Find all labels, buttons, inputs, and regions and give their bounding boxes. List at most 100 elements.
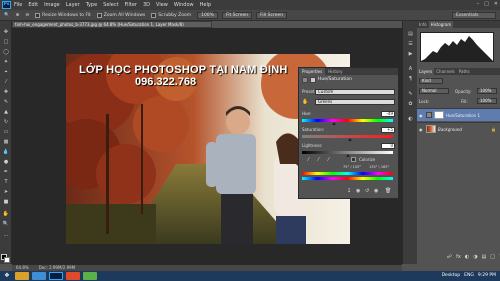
- eyedropper-minus-icon[interactable]: ⁄: [328, 157, 329, 163]
- clock[interactable]: 9:29 PM: [478, 272, 496, 280]
- path-select-tool-icon[interactable]: ➤: [2, 189, 10, 196]
- dodge-tool-icon[interactable]: ●: [2, 159, 10, 166]
- workspace-switcher[interactable]: Essentials: [452, 12, 496, 19]
- fill-field[interactable]: 100%: [477, 98, 497, 104]
- history-brush-tool-icon[interactable]: ↻: [2, 119, 10, 126]
- add-mask-icon[interactable]: ◐: [465, 254, 469, 260]
- browser-icon[interactable]: [32, 272, 46, 280]
- media-app-icon[interactable]: [66, 272, 80, 280]
- properties-panel-icon[interactable]: ☰: [407, 41, 414, 47]
- tab-layers[interactable]: Layers: [417, 68, 435, 75]
- layer-name[interactable]: Hue/Saturation 1: [446, 113, 480, 118]
- hue-slider-track[interactable]: [302, 119, 393, 122]
- link-icon[interactable]: ☍: [447, 254, 452, 260]
- resize-windows-checkbox[interactable]: [35, 12, 41, 18]
- menu-help[interactable]: Help: [200, 2, 211, 8]
- color-panel-icon[interactable]: ◐: [407, 116, 414, 122]
- scrubby-zoom-option[interactable]: Scrubby Zoom: [151, 12, 191, 18]
- menu-view[interactable]: View: [156, 2, 168, 8]
- visibility-icon[interactable]: ◉: [374, 188, 378, 194]
- shape-tool-icon[interactable]: ■: [2, 199, 10, 206]
- layer-filter-kind[interactable]: Kind: [419, 78, 443, 84]
- fx-icon[interactable]: fx: [456, 254, 461, 260]
- menu-edit[interactable]: Edit: [28, 2, 38, 8]
- new-layer-icon[interactable]: □: [490, 254, 495, 260]
- zoom-tool-icon[interactable]: 🔍: [4, 13, 10, 18]
- color-range-bar-bottom[interactable]: [302, 177, 393, 180]
- language-indicator[interactable]: ENG: [464, 272, 474, 280]
- resize-windows-option[interactable]: Resize Windows to Fit: [35, 12, 91, 18]
- channel-select[interactable]: Greens: [315, 99, 395, 105]
- new-adjustment-icon[interactable]: ◑: [473, 254, 477, 260]
- opacity-field[interactable]: 100%: [477, 88, 497, 94]
- scrubby-zoom-checkbox[interactable]: [151, 12, 157, 18]
- background-color-swatch[interactable]: [4, 257, 10, 263]
- more-tools-icon[interactable]: ⋯: [2, 233, 10, 240]
- eyedropper-tool-icon[interactable]: ⁄: [2, 79, 10, 86]
- saturation-value-field[interactable]: +5: [381, 127, 395, 133]
- tab-history[interactable]: History: [325, 68, 345, 75]
- fit-screen-button[interactable]: Fit Screen: [221, 11, 253, 19]
- zoom-100-button[interactable]: 100%: [197, 11, 218, 19]
- healing-tool-icon[interactable]: ✚: [2, 89, 10, 96]
- menu-filter[interactable]: Filter: [125, 2, 137, 8]
- targeted-adjust-hand-icon[interactable]: ✋: [302, 99, 308, 105]
- tab-properties[interactable]: Properties: [299, 68, 326, 75]
- colorize-option[interactable]: Colorize: [351, 157, 375, 162]
- preset-select[interactable]: Custom: [315, 89, 395, 95]
- menu-select[interactable]: Select: [103, 2, 118, 8]
- layer-mask-icon[interactable]: [310, 76, 316, 83]
- fill-screen-button[interactable]: Fill Screen: [256, 11, 288, 19]
- zoom-all-checkbox[interactable]: [96, 12, 102, 18]
- close-icon[interactable]: ✕: [494, 1, 498, 7]
- file-explorer-icon[interactable]: [15, 272, 29, 280]
- gradient-tool-icon[interactable]: ▩: [2, 139, 10, 146]
- zoom-all-option[interactable]: Zoom All Windows: [96, 12, 145, 18]
- paragraph-panel-icon[interactable]: ¶: [407, 76, 414, 82]
- menu-3d[interactable]: 3D: [143, 2, 150, 8]
- menu-window[interactable]: Window: [174, 2, 194, 8]
- clone-source-panel-icon[interactable]: ✿: [407, 101, 414, 107]
- reset-icon[interactable]: ↺: [365, 188, 369, 194]
- tab-histogram[interactable]: Histogram: [428, 21, 454, 28]
- crop-tool-icon[interactable]: ⌖: [2, 69, 10, 76]
- eyedropper-icon[interactable]: ⁄: [308, 157, 309, 163]
- clip-to-layer-icon[interactable]: ↧: [347, 188, 351, 194]
- layer-name[interactable]: Background: [438, 127, 462, 132]
- saturation-slider-handle[interactable]: [348, 138, 353, 141]
- delete-icon[interactable]: 🗑: [385, 188, 391, 194]
- document-tab[interactable]: tinh-hoi_engagement_photos_b-3773.jpg @ …: [12, 21, 212, 28]
- view-previous-icon[interactable]: ◉: [356, 188, 360, 194]
- eye-icon[interactable]: ◉: [419, 113, 424, 118]
- eyedropper-plus-icon[interactable]: ⁄: [318, 157, 319, 163]
- menu-file[interactable]: File: [14, 2, 22, 8]
- minimize-icon[interactable]: –: [477, 1, 480, 7]
- tab-channels[interactable]: Channels: [434, 68, 457, 75]
- actions-panel-icon[interactable]: ▶: [407, 51, 414, 57]
- new-group-icon[interactable]: ▤: [482, 254, 487, 260]
- hue-slider-handle[interactable]: [331, 122, 336, 125]
- character-panel-icon[interactable]: A: [407, 66, 414, 72]
- tab-info[interactable]: Info: [417, 21, 429, 28]
- pen-tool-icon[interactable]: ✒: [2, 169, 10, 176]
- type-tool-icon[interactable]: T: [2, 179, 10, 186]
- blur-tool-icon[interactable]: 💧: [2, 149, 10, 156]
- eraser-tool-icon[interactable]: ▭: [2, 129, 10, 136]
- history-panel-icon[interactable]: ▤: [407, 31, 414, 37]
- hand-tool-icon[interactable]: ✋: [2, 211, 10, 218]
- colorize-checkbox[interactable]: [351, 157, 356, 162]
- clone-stamp-tool-icon[interactable]: ▲: [2, 109, 10, 116]
- zoom-in-icon[interactable]: ⊕: [16, 13, 20, 18]
- quick-select-tool-icon[interactable]: ✦: [2, 59, 10, 66]
- brush-panel-icon[interactable]: ✎: [407, 91, 414, 97]
- lightness-value-field[interactable]: 0: [381, 143, 395, 149]
- chat-app-icon[interactable]: [83, 272, 97, 280]
- eye-icon[interactable]: ◉: [419, 127, 424, 132]
- blend-mode-select[interactable]: Normal: [419, 88, 449, 94]
- zoom-tool-icon[interactable]: 🔍: [2, 221, 10, 228]
- menu-type[interactable]: Type: [86, 2, 97, 8]
- marquee-tool-icon[interactable]: □: [2, 39, 10, 46]
- photoshop-task-icon[interactable]: [49, 272, 63, 280]
- start-icon[interactable]: ❖: [2, 272, 12, 280]
- hue-value-field[interactable]: -49: [381, 111, 395, 117]
